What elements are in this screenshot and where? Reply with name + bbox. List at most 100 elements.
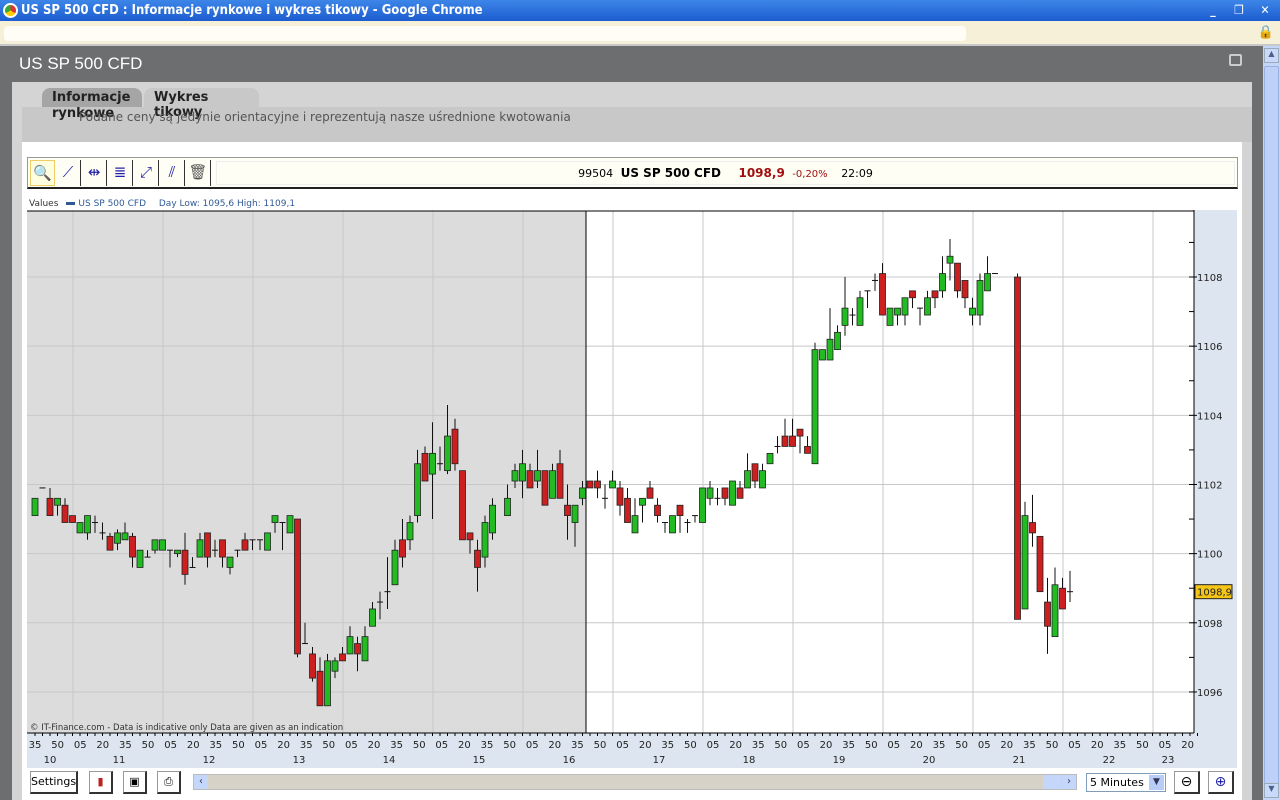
candle-down	[219, 539, 226, 558]
restore-button[interactable]: ❐	[1228, 2, 1250, 19]
x-tick-label: 35	[481, 740, 494, 751]
candle-up	[151, 539, 159, 551]
x-tick-label: 50	[503, 740, 516, 751]
candle-down	[954, 262, 961, 292]
candle-down	[586, 480, 594, 489]
candle-down	[564, 504, 571, 517]
candle-down	[804, 446, 811, 454]
zoom-in-button[interactable]: ⊕	[1208, 771, 1234, 794]
series-swatch	[66, 202, 76, 205]
quote-display: 99504 US SP 500 CFD 1098,9 -0,20% 22:09	[216, 161, 1235, 185]
candle-down	[46, 497, 54, 517]
candle-up	[226, 556, 234, 568]
x-tick-label: 50	[322, 740, 335, 751]
trash-icon: 🗑	[188, 163, 208, 181]
instrument-code: 99504	[578, 167, 614, 180]
candle-down	[1036, 535, 1044, 593]
x-tick-label: 05	[616, 740, 629, 751]
candle-up	[324, 660, 331, 707]
candle-up	[924, 297, 931, 316]
parallel-tool-button[interactable]: ⫽	[160, 160, 185, 186]
x-tick-label: 50	[774, 740, 787, 751]
x-tick-label: 05	[164, 740, 177, 751]
candle-down	[354, 643, 361, 655]
candle-down	[451, 428, 459, 465]
interval-value: 5 Minutes	[1090, 776, 1144, 789]
x-tick-label: 05	[74, 740, 87, 751]
scroll-left-button[interactable]: ‹	[194, 775, 208, 789]
hour-label: 19	[833, 755, 846, 766]
day-range: Day Low: 1095,6 High: 1109,1	[158, 199, 296, 209]
candle-down	[181, 549, 189, 575]
x-tick-label: 50	[1136, 740, 1149, 751]
horizontal-scrollbar[interactable]: ‹ ›	[193, 774, 1077, 790]
x-tick-label: 20	[458, 740, 471, 751]
x-tick-label: 20	[548, 740, 561, 751]
candle-up	[766, 452, 774, 465]
fibonacci-tool-button[interactable]: ≣	[108, 160, 133, 186]
candle-up	[174, 549, 181, 555]
close-button[interactable]: ✕	[1254, 2, 1276, 19]
x-tick-label: 05	[797, 740, 810, 751]
tab-tick-chart[interactable]: Wykres tikowy	[144, 88, 259, 120]
chart-type-button[interactable]: ▮	[89, 771, 113, 794]
vertical-scrollbar[interactable]: ▲ ▼	[1263, 46, 1280, 800]
print-button[interactable]: ⎙	[157, 771, 181, 794]
candle-down	[961, 280, 969, 299]
x-tick-label: 20	[1000, 740, 1013, 751]
x-tick-label: 50	[594, 740, 607, 751]
printer-icon: ⎙	[164, 775, 173, 788]
y-tick-label: 1096	[1197, 688, 1222, 699]
price-change: -0,20%	[792, 169, 828, 180]
candle-down	[594, 480, 601, 489]
y-tick-label: 1098	[1197, 619, 1222, 630]
address-bar[interactable]: 🔒	[0, 21, 1280, 46]
candle-up	[759, 470, 766, 489]
x-tick-label: 50	[232, 740, 245, 751]
tab-market-info[interactable]: Informacje rynkowe	[42, 88, 142, 121]
interval-select[interactable]: 5 Minutes ▼	[1086, 773, 1166, 792]
x-tick-label: 20	[1091, 740, 1104, 751]
scroll-thumb[interactable]	[1264, 66, 1279, 796]
candle-up	[76, 522, 84, 534]
candlestick-chart[interactable]: 1096109811001102110411061108109610981100…	[27, 210, 1238, 768]
x-tick-label: 35	[1113, 740, 1126, 751]
candle-down	[879, 273, 886, 316]
x-tick-label: 35	[933, 740, 946, 751]
horizontal-line-tool-button[interactable]: ⇹	[82, 160, 107, 186]
trendline-tool-button[interactable]: ⟋	[56, 160, 81, 186]
x-tick-label: 35	[571, 740, 584, 751]
window-title: US SP 500 CFD : Informacje rynkowe i wyk…	[21, 3, 483, 18]
x-tick-label: 05	[435, 740, 448, 751]
candle-up	[511, 470, 519, 482]
address-field[interactable]	[4, 26, 966, 41]
candle-up	[331, 660, 339, 672]
hour-label: 18	[743, 755, 756, 766]
zoom-out-icon: ⊖	[1180, 774, 1193, 790]
candle-up	[286, 515, 294, 534]
scroll-up-button[interactable]: ▲	[1264, 48, 1279, 63]
instrument-name: US SP 500 CFD	[620, 166, 721, 180]
candle-up	[1051, 584, 1059, 638]
channel-tool-button[interactable]: ⤢	[134, 160, 159, 186]
printer-icon[interactable]	[1229, 54, 1242, 66]
delete-tool-button[interactable]: 🗑	[186, 160, 211, 186]
y-tick-label: 1102	[1197, 480, 1222, 491]
candle-up	[196, 539, 204, 558]
hour-label: 23	[1162, 755, 1175, 766]
zoom-out-button[interactable]: ⊖	[1174, 771, 1200, 794]
x-tick-label: 20	[729, 740, 742, 751]
zoom-tool-button[interactable]: 🔍	[30, 160, 55, 186]
save-button[interactable]: ▣	[123, 771, 147, 794]
settings-button[interactable]: Settings	[30, 771, 78, 794]
candle-up	[264, 532, 271, 551]
horizontal-scroll-thumb[interactable]	[1043, 775, 1061, 789]
x-tick-label: 05	[345, 740, 358, 751]
scroll-right-button[interactable]: ›	[1062, 775, 1076, 789]
candle-down	[421, 452, 429, 482]
minimize-button[interactable]: _	[1202, 2, 1224, 19]
candle-down	[789, 435, 796, 447]
window-titlebar: US SP 500 CFD : Informacje rynkowe i wyk…	[0, 0, 1280, 21]
scroll-down-button[interactable]: ▼	[1264, 783, 1279, 798]
x-tick-label: 20	[368, 740, 381, 751]
